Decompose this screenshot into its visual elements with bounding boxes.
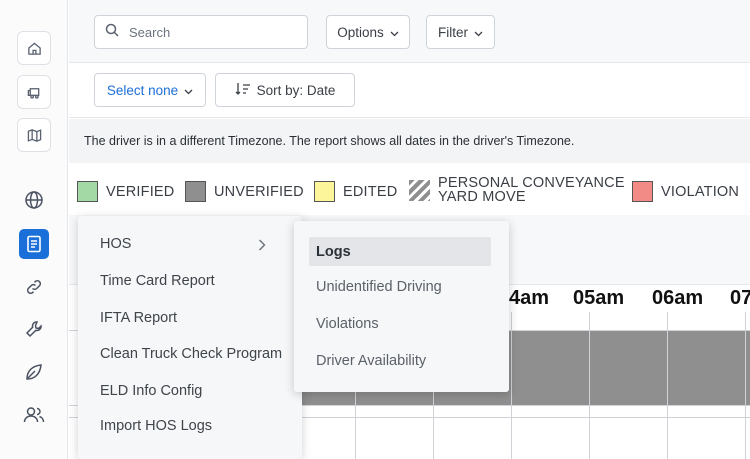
users-button[interactable]: [17, 398, 51, 432]
legend-line: YARD MOVE: [438, 189, 526, 205]
sidebar: [0, 0, 68, 459]
legend-personal-conveyance: PERSONAL CONVEYANCE YARD MOVE: [409, 176, 625, 204]
verified-swatch: [77, 181, 98, 202]
reports-button[interactable]: [19, 229, 49, 259]
reports-menu: HOS Time Card Report IFTA Report Clean T…: [78, 216, 302, 459]
grid-line: [511, 312, 512, 459]
hour-label: 06am: [652, 287, 704, 309]
filter-button[interactable]: Filter: [426, 15, 495, 49]
hour-label: 4am: [509, 287, 550, 309]
users-icon: [23, 405, 45, 425]
globe-button[interactable]: [17, 183, 51, 217]
chevron-right-icon: [258, 238, 266, 256]
search-placeholder: Search: [129, 24, 171, 40]
menu-item-clean-truck-check[interactable]: Clean Truck Check Program: [100, 346, 282, 362]
menu-item-eld-info-config[interactable]: ELD Info Config: [100, 383, 202, 399]
legend-label: VIOLATION: [661, 183, 740, 200]
chevron-down-icon: [390, 25, 399, 40]
search-input[interactable]: Search: [94, 15, 308, 49]
chevron-down-icon: [184, 83, 193, 98]
truck-icon: [26, 85, 42, 100]
wrench-icon: [24, 319, 44, 339]
report-icon: [26, 235, 42, 253]
hos-submenu: Logs Unidentified Driving Violations Dri…: [294, 221, 509, 392]
menu-item-hos[interactable]: HOS: [100, 236, 131, 252]
violation-swatch: [632, 181, 653, 202]
leaf-button[interactable]: [17, 355, 51, 389]
legend-label: VERIFIED: [106, 183, 175, 200]
legend-label: EDITED: [343, 183, 398, 200]
sort-label: Sort by: Date: [256, 82, 336, 98]
submenu-item-unidentified-driving[interactable]: Unidentified Driving: [316, 279, 442, 295]
menu-item-time-card-report[interactable]: Time Card Report: [100, 273, 215, 289]
submenu-item-logs[interactable]: Logs: [316, 244, 351, 260]
select-none-dropdown[interactable]: Select none: [94, 73, 206, 107]
map-icon: [27, 128, 42, 143]
options-button[interactable]: Options: [326, 15, 410, 49]
search-icon: [105, 23, 119, 42]
submenu-item-violations[interactable]: Violations: [316, 316, 379, 332]
legend-violation: VIOLATION: [632, 181, 739, 202]
edited-swatch: [314, 181, 335, 202]
hour-label: 05am: [573, 287, 625, 309]
hour-label: 07: [730, 287, 750, 309]
grid-line: [589, 312, 590, 459]
legend-unverified: UNVERIFIED: [185, 181, 304, 202]
top-toolbar: Search Options Filter: [69, 0, 750, 63]
leaf-icon: [24, 362, 44, 382]
home-icon: [27, 41, 42, 56]
submenu-item-driver-availability[interactable]: Driver Availability: [316, 353, 426, 369]
truck-button[interactable]: [17, 75, 51, 109]
timezone-notice: The driver is in a different Timezone. T…: [69, 119, 750, 163]
menu-item-import-hos-logs[interactable]: Import HOS Logs: [100, 418, 212, 434]
personal-conveyance-swatch: [409, 179, 430, 201]
globe-icon: [24, 190, 44, 210]
grid-line: [745, 312, 746, 459]
link-icon: [24, 277, 44, 297]
legend-line: PERSONAL CONVEYANCE: [438, 175, 625, 191]
select-none-label: Select none: [106, 82, 179, 98]
legend-label: PERSONAL CONVEYANCE YARD MOVE: [438, 175, 625, 205]
chevron-down-icon: [474, 25, 483, 40]
home-button[interactable]: [17, 31, 51, 65]
sort-icon: [235, 82, 251, 99]
link-button[interactable]: [17, 270, 51, 304]
sort-button[interactable]: Sort by: Date: [215, 73, 355, 107]
secondary-toolbar: Select none Sort by: Date: [69, 63, 750, 118]
status-legend: VERIFIED UNVERIFIED EDITED PERSONAL CONV…: [69, 163, 750, 215]
legend-edited: EDITED: [314, 181, 397, 202]
legend-label: UNVERIFIED: [214, 183, 304, 200]
wrench-button[interactable]: [17, 312, 51, 346]
grid-line: [667, 312, 668, 459]
map-button[interactable]: [17, 118, 51, 152]
unverified-swatch: [185, 181, 206, 202]
filter-label: Filter: [438, 24, 468, 40]
legend-verified: VERIFIED: [77, 181, 174, 202]
options-label: Options: [337, 24, 384, 40]
menu-item-ifta-report[interactable]: IFTA Report: [100, 310, 177, 326]
